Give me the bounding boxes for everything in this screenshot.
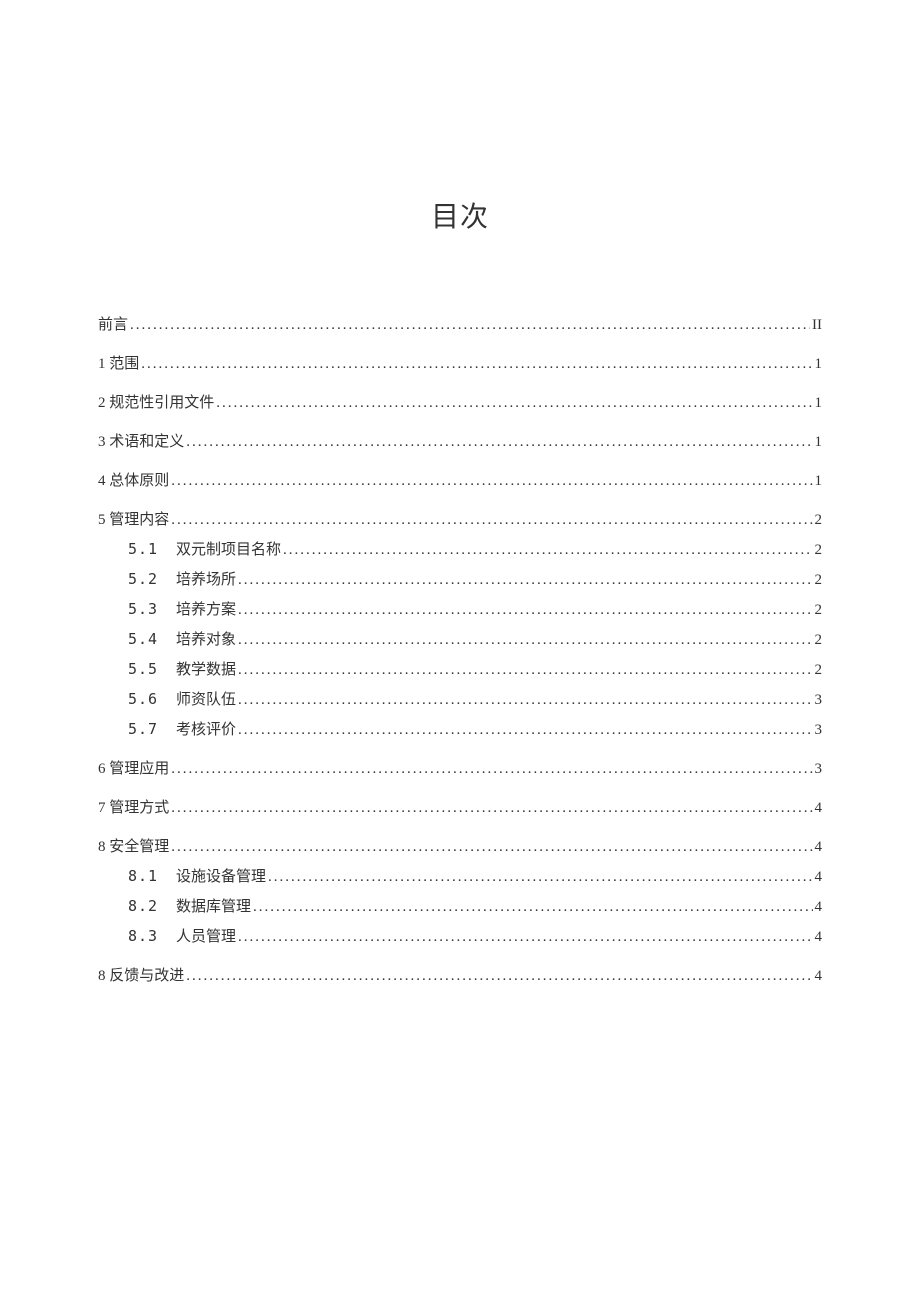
toc-entry: 3 术语和定义 1 [98, 430, 822, 451]
toc-label: 考核评价 [176, 718, 236, 739]
toc-page-number: 4 [815, 800, 823, 817]
toc-label: 6 管理应用 [98, 757, 169, 778]
toc-subentry-number: 8.3 [128, 927, 176, 945]
toc-label: 人员管理 [176, 925, 236, 946]
toc-page-number: 2 [815, 572, 823, 589]
toc-subentry-number: 5.5 [128, 660, 176, 678]
toc-label: 8 安全管理 [98, 835, 169, 856]
toc-leader-dots [238, 602, 812, 619]
toc-leader-dots [171, 800, 812, 817]
toc-leader-dots [238, 692, 812, 709]
toc-title: 目次 [98, 195, 822, 235]
toc-entry: 1 范围 1 [98, 352, 822, 373]
toc-entry: 8 反馈与改进 4 [98, 964, 822, 985]
toc-page-number: 2 [815, 602, 823, 619]
toc-page-number: 1 [815, 434, 823, 451]
toc-subentry: 5.3 培养方案 2 [98, 598, 822, 619]
toc-label: 数据库管理 [176, 895, 251, 916]
toc-page-number: 4 [815, 929, 823, 946]
toc-section-8: 8 安全管理 4 8.1 设施设备管理 4 8.2 数据库管理 4 8.3 人员… [98, 835, 822, 946]
toc-page-number: 3 [815, 761, 823, 778]
toc-subentry: 8.3 人员管理 4 [98, 925, 822, 946]
toc-label: 4 总体原则 [98, 469, 169, 490]
toc-page-number: 1 [815, 356, 823, 373]
toc-label: 2 规范性引用文件 [98, 391, 214, 412]
toc-page-number: 2 [815, 662, 823, 679]
toc-page-number: 2 [815, 542, 823, 559]
toc-subentry-number: 5.2 [128, 570, 176, 588]
toc-label: 培养对象 [176, 628, 236, 649]
toc-page-number: 1 [815, 473, 823, 490]
toc-leader-dots [283, 542, 812, 559]
toc-label: 8 反馈与改进 [98, 964, 184, 985]
toc-leader-dots [238, 722, 812, 739]
toc-subentry: 5.5 教学数据 2 [98, 658, 822, 679]
toc-page-number: 2 [815, 632, 823, 649]
toc-page-number: II [812, 317, 822, 334]
toc-leader-dots [186, 968, 812, 985]
toc-label: 3 术语和定义 [98, 430, 184, 451]
toc-label: 设施设备管理 [176, 865, 266, 886]
toc-subentry-number: 8.2 [128, 897, 176, 915]
toc-subentry: 5.6 师资队伍 3 [98, 688, 822, 709]
toc-label: 培养方案 [176, 598, 236, 619]
toc-leader-dots [238, 572, 812, 589]
toc-page-number: 3 [815, 692, 823, 709]
toc-leader-dots [238, 632, 812, 649]
toc-section-5: 5 管理内容 2 5.1 双元制项目名称 2 5.2 培养场所 2 5.3 培养… [98, 508, 822, 739]
toc-label: 师资队伍 [176, 688, 236, 709]
toc-subentry-number: 8.1 [128, 867, 176, 885]
toc-label: 教学数据 [176, 658, 236, 679]
toc-subentry: 8.1 设施设备管理 4 [98, 865, 822, 886]
toc-leader-dots [238, 662, 812, 679]
toc-page-number: 3 [815, 722, 823, 739]
toc-subentry: 5.1 双元制项目名称 2 [98, 538, 822, 559]
toc-page-number: 4 [815, 899, 823, 916]
table-of-contents: 前言 II 1 范围 1 2 规范性引用文件 1 3 术语和定义 1 4 总体原… [98, 313, 822, 985]
toc-leader-dots [216, 395, 812, 412]
toc-entry: 6 管理应用 3 [98, 757, 822, 778]
toc-entry: 7 管理方式 4 [98, 796, 822, 817]
toc-subentry-number: 5.7 [128, 720, 176, 738]
toc-leader-dots [268, 869, 812, 886]
toc-label: 双元制项目名称 [176, 538, 281, 559]
toc-leader-dots [141, 356, 812, 373]
toc-subentry-number: 5.6 [128, 690, 176, 708]
toc-label: 1 范围 [98, 352, 139, 373]
toc-leader-dots [238, 929, 812, 946]
toc-label: 7 管理方式 [98, 796, 169, 817]
toc-page-number: 4 [815, 869, 823, 886]
toc-subentry-number: 5.1 [128, 540, 176, 558]
page-container: 目次 前言 II 1 范围 1 2 规范性引用文件 1 3 术语和定义 1 4 … [0, 0, 920, 985]
toc-subentry: 5.4 培养对象 2 [98, 628, 822, 649]
toc-entry: 前言 II [98, 313, 822, 334]
toc-page-number: 2 [815, 512, 823, 529]
toc-entry: 2 规范性引用文件 1 [98, 391, 822, 412]
toc-label: 培养场所 [176, 568, 236, 589]
toc-entry: 4 总体原则 1 [98, 469, 822, 490]
toc-leader-dots [171, 839, 812, 856]
toc-page-number: 4 [815, 968, 823, 985]
toc-label: 5 管理内容 [98, 508, 169, 529]
toc-label: 前言 [98, 313, 128, 334]
toc-page-number: 1 [815, 395, 823, 412]
toc-leader-dots [253, 899, 812, 916]
toc-entry: 5 管理内容 2 [98, 508, 822, 529]
toc-page-number: 4 [815, 839, 823, 856]
toc-leader-dots [130, 317, 810, 334]
toc-leader-dots [171, 473, 812, 490]
toc-subentry: 5.2 培养场所 2 [98, 568, 822, 589]
toc-leader-dots [171, 512, 812, 529]
toc-subentry: 5.7 考核评价 3 [98, 718, 822, 739]
toc-subentry-number: 5.3 [128, 600, 176, 618]
toc-leader-dots [171, 761, 812, 778]
toc-subentry: 8.2 数据库管理 4 [98, 895, 822, 916]
toc-entry: 8 安全管理 4 [98, 835, 822, 856]
toc-leader-dots [186, 434, 812, 451]
toc-subentry-number: 5.4 [128, 630, 176, 648]
